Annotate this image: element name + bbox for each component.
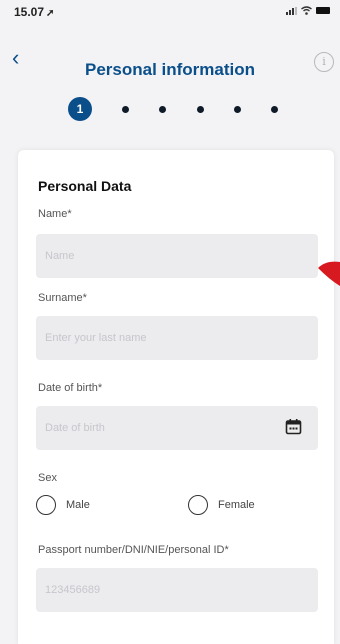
radio-circle[interactable] xyxy=(36,495,56,515)
info-button[interactable]: i xyxy=(314,52,334,72)
radio-circle[interactable] xyxy=(188,495,208,515)
dob-field-wrapper xyxy=(36,406,318,450)
dob-field[interactable] xyxy=(36,406,318,450)
wifi-icon xyxy=(301,6,312,15)
passport-label: Passport number/DNI/NIE/personal ID* xyxy=(38,544,229,556)
status-time: 15.07 ➚ xyxy=(14,5,54,19)
calendar-icon[interactable] xyxy=(285,418,302,435)
section-title: Personal Data xyxy=(38,178,132,194)
step-dot xyxy=(233,105,241,113)
page-title: Personal information xyxy=(84,60,256,79)
step-dot xyxy=(270,105,278,113)
progress-stepper: 1 xyxy=(68,96,278,122)
sex-label: Sex xyxy=(38,472,57,484)
radio-male[interactable]: Male xyxy=(36,495,90,515)
sex-radio-group: Male Female xyxy=(36,495,326,519)
step-dot xyxy=(122,105,130,113)
battery-icon xyxy=(316,7,330,14)
status-time-text: 15.07 xyxy=(14,5,45,19)
personal-data-card: Personal Data Name* Surname* Date of bir… xyxy=(18,150,334,644)
surname-label: Surname* xyxy=(38,292,87,304)
step-current: 1 xyxy=(68,97,92,121)
radio-male-label[interactable]: Male xyxy=(66,499,90,511)
step-dot xyxy=(159,105,167,113)
name-field[interactable] xyxy=(36,234,318,278)
info-icon[interactable]: i xyxy=(322,55,326,68)
surname-field[interactable] xyxy=(36,316,318,360)
radio-female-label[interactable]: Female xyxy=(218,499,255,511)
name-label: Name* xyxy=(38,208,72,220)
dob-label: Date of birth* xyxy=(38,382,103,394)
red-pointer-mark xyxy=(318,261,340,286)
status-bar: 15.07 ➚ xyxy=(0,0,340,22)
status-icons xyxy=(286,6,330,15)
passport-field[interactable] xyxy=(36,568,318,612)
location-icon: ➚ xyxy=(46,8,55,19)
signal-icon xyxy=(286,6,297,15)
step-dot xyxy=(196,105,204,113)
radio-female[interactable]: Female xyxy=(188,495,255,515)
